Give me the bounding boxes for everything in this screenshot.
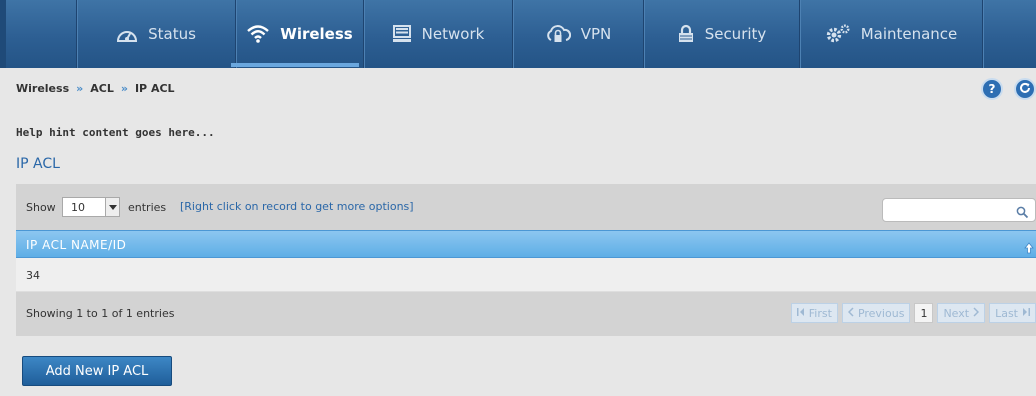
nav-label-vpn: VPN xyxy=(580,25,612,43)
previous-page-label: Previous xyxy=(857,306,905,320)
nav-item-wireless[interactable]: Wireless xyxy=(236,0,364,68)
show-label: Show xyxy=(26,201,56,214)
nav-item-maintenance[interactable]: Maintenance xyxy=(800,0,983,68)
entries-info: Showing 1 to 1 of 1 entries xyxy=(26,307,175,320)
table-footer: Showing 1 to 1 of 1 entries First Previo… xyxy=(16,292,1036,336)
nav-item-status[interactable]: Status xyxy=(76,0,236,68)
add-new-ip-acl-button[interactable]: Add New IP ACL xyxy=(22,356,172,386)
breadcrumb-separator: » xyxy=(120,82,128,95)
page-title: IP ACL xyxy=(16,156,60,172)
table-row[interactable]: 34 xyxy=(16,258,1036,292)
nav-label-network: Network xyxy=(421,25,485,43)
next-page-label: Next xyxy=(943,306,970,320)
gauge-icon xyxy=(116,25,138,43)
nav-label-wireless: Wireless xyxy=(280,25,353,43)
first-page-icon xyxy=(796,307,805,320)
right-click-hint: [Right click on record to get more optio… xyxy=(180,200,414,213)
table-toolbar: Show 10 entries [Right click on record t… xyxy=(16,184,1036,230)
breadcrumb-separator: » xyxy=(76,82,84,95)
nav-item-security[interactable]: Security xyxy=(644,0,800,68)
first-page-button[interactable]: First xyxy=(790,303,838,323)
last-page-label: Last xyxy=(995,306,1018,320)
sort-icon[interactable] xyxy=(1024,239,1034,258)
breadcrumb-wireless[interactable]: Wireless xyxy=(16,82,69,95)
refresh-icon xyxy=(1019,82,1031,97)
breadcrumb-ip-acl: IP ACL xyxy=(134,82,175,95)
table-cell-ip-acl-name: 34 xyxy=(26,269,40,282)
next-page-button[interactable]: Next xyxy=(937,303,986,323)
page-1-button[interactable]: 1 xyxy=(914,303,934,323)
cloud-lock-icon xyxy=(545,24,571,44)
top-navigation: Status Wireless Network VPN Security Mai… xyxy=(0,0,1036,68)
previous-page-button[interactable]: Previous xyxy=(841,303,911,323)
refresh-button[interactable] xyxy=(1014,78,1036,100)
column-header-ip-acl-name[interactable]: IP ACL NAME/ID xyxy=(26,238,126,252)
nav-item-network[interactable]: Network xyxy=(364,0,513,68)
chevron-down-icon[interactable] xyxy=(105,198,119,216)
nav-label-status: Status xyxy=(148,25,196,43)
active-tab-indicator xyxy=(231,63,359,67)
gears-icon xyxy=(825,24,851,44)
breadcrumb-acl[interactable]: ACL xyxy=(90,82,114,95)
table-search-field[interactable] xyxy=(882,198,1036,222)
lock-icon xyxy=(677,24,695,44)
pagination: First Previous 1 Next Last xyxy=(790,303,1036,323)
help-button[interactable]: ? xyxy=(981,78,1003,100)
chevron-left-icon xyxy=(847,306,854,320)
search-icon[interactable] xyxy=(1016,204,1029,223)
nav-label-security: Security xyxy=(704,25,767,43)
current-page-label: 1 xyxy=(920,306,928,320)
wifi-icon xyxy=(246,24,270,44)
chevron-right-icon xyxy=(973,306,980,320)
entries-label: entries xyxy=(128,201,167,214)
monitor-icon xyxy=(392,25,412,43)
entries-select-value: 10 xyxy=(71,201,85,214)
help-icon: ? xyxy=(988,82,996,96)
breadcrumb: Wireless » ACL » IP ACL xyxy=(16,82,175,95)
table-header: IP ACL NAME/ID xyxy=(16,230,1036,258)
entries-per-page-select[interactable]: 10 xyxy=(62,197,120,217)
last-page-icon xyxy=(1022,307,1030,320)
first-page-label: First xyxy=(808,306,832,320)
last-page-button[interactable]: Last xyxy=(989,303,1036,323)
help-hint: Help hint content goes here... xyxy=(16,126,215,139)
add-button-label: Add New IP ACL xyxy=(45,363,149,379)
nav-item-vpn[interactable]: VPN xyxy=(513,0,644,68)
nav-label-maintenance: Maintenance xyxy=(860,25,958,43)
search-input[interactable] xyxy=(887,201,1007,221)
